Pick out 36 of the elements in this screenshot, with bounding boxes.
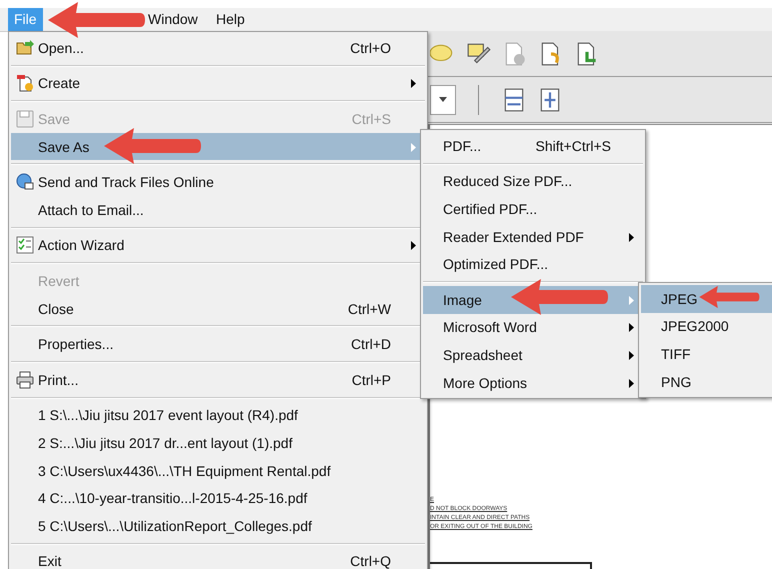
menu-item[interactable]: 3 C:\Users\ux4436\...\TH Equipment Rental.pdf: [11, 456, 425, 484]
menu-item[interactable]: Open... Ctrl+O: [11, 34, 425, 62]
menu-item[interactable]: 5 C:\Users\...\UtilizationReport_Colleges.pdf: [11, 512, 425, 540]
submenu-arrow-icon: [411, 142, 416, 152]
menu-item[interactable]: PNG: [641, 368, 772, 396]
menu-item[interactable]: Reduced Size PDF...: [423, 168, 643, 196]
menu-item[interactable]: TIFF: [641, 340, 772, 368]
checklist-icon: [16, 236, 34, 254]
menu-item[interactable]: Exit Ctrl+Q: [11, 548, 425, 569]
open-folder-icon: [16, 38, 34, 57]
submenu-arrow-icon: [629, 323, 634, 332]
menu-bar-item[interactable]: Help: [210, 8, 251, 31]
dropdown-button[interactable]: [430, 84, 456, 114]
submenu-arrow-icon: [411, 79, 416, 88]
menu-bar-item[interactable]: Window: [142, 8, 204, 31]
menu-item[interactable]: Reader Extended PDF: [423, 222, 643, 250]
menu-item[interactable]: Create: [11, 70, 425, 98]
menu-item[interactable]: Certified PDF...: [423, 195, 643, 223]
submenu-arrow-icon: [629, 232, 634, 242]
menu-item[interactable]: Print... Ctrl+P: [11, 366, 425, 394]
create-document-icon: [16, 74, 34, 92]
caret-icon: [439, 97, 447, 102]
submenu-arrow-icon: [629, 350, 634, 360]
globe-envelope-icon: [16, 173, 34, 192]
submenu-arrow-icon: [411, 241, 416, 250]
submenu-arrow-icon: [629, 378, 634, 388]
menu-item[interactable]: Optimized PDF...: [423, 250, 643, 278]
menu-item[interactable]: Action Wizard: [11, 232, 425, 260]
menu-item[interactable]: 4 C:...\10-year-transitio...l-2015-4-25-16.pdf: [11, 484, 425, 512]
text-note-icon[interactable]: [466, 40, 492, 66]
menu-item[interactable]: Send and Track Files Online: [11, 168, 425, 196]
menu-item[interactable]: JPEG2000: [641, 312, 772, 340]
menu-item[interactable]: 1 S:\...\Jiu jitsu 2017 event layout (R4).pdf: [11, 402, 425, 430]
menu-item[interactable]: PDF... Shift+Ctrl+S: [423, 132, 643, 160]
menu-item[interactable]: 2 S:...\Jiu jitsu 2017 dr...ent layout (1).pdf: [11, 429, 425, 457]
printer-icon: [16, 370, 34, 389]
